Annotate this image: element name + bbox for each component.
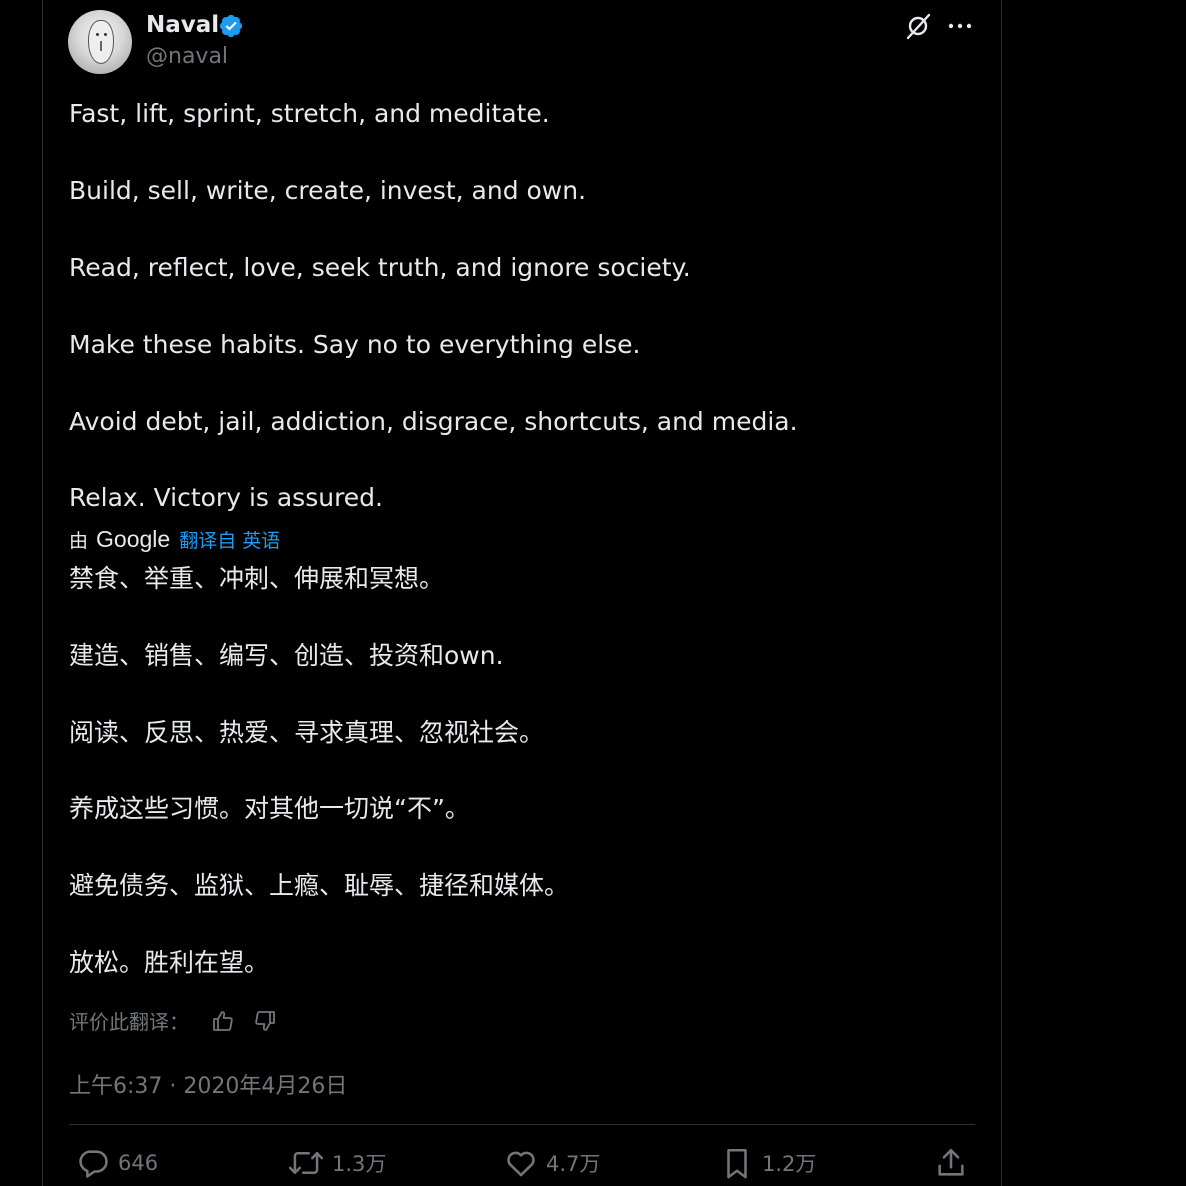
rate-translation: 评价此翻译： (69, 1006, 277, 1035)
translated-line: 禁食、举重、冲刺、伸展和冥想。 (69, 564, 445, 593)
share-icon (938, 1148, 964, 1176)
tweet-line: Build, sell, write, create, invest, and … (69, 176, 587, 205)
tweet-line: Read, reflect, love, seek truth, and ign… (69, 253, 691, 282)
translated-line: 养成这些习惯。对其他一切说“不”。 (69, 794, 470, 823)
verified-badge-icon[interactable] (218, 13, 244, 39)
bookmark-count: 1.2万 (762, 1152, 817, 1176)
reply-count: 646 (118, 1151, 159, 1175)
divider (69, 1124, 975, 1125)
google-logo: Google (96, 525, 171, 552)
translated-line: 避免债务、监狱、上瘾、耻辱、捷径和媒体。 (69, 871, 570, 900)
tweet-line: Relax. Victory is assured. (69, 483, 384, 512)
translated-line: 阅读、反思、热爱、寻求真理、忽视社会。 (69, 718, 545, 747)
tweet-line: Avoid debt, jail, addiction, disgrace, s… (69, 407, 798, 436)
translated-by-label: 由 (69, 529, 89, 552)
author-handle[interactable]: @naval (146, 44, 228, 69)
thumbs-up-icon[interactable] (211, 1009, 235, 1033)
repost-button[interactable]: 1.3万 (288, 1146, 386, 1180)
tweet-line: Make these habits. Say no to everything … (69, 330, 641, 359)
translation-attribution: 由 Google 翻译自 英语 (69, 525, 280, 553)
grok-icon[interactable] (902, 10, 934, 42)
reply-button[interactable]: 646 (76, 1146, 158, 1180)
like-button[interactable]: 4.7万 (504, 1146, 600, 1180)
thumbs-down-icon[interactable] (253, 1009, 277, 1033)
repost-icon (288, 1152, 324, 1174)
author-name[interactable]: Naval (146, 12, 219, 38)
like-count: 4.7万 (546, 1152, 601, 1176)
like-icon (507, 1151, 535, 1177)
bookmark-icon (727, 1148, 747, 1179)
translated-line: 建造、销售、编写、创造、投资和own. (69, 641, 504, 670)
repost-count: 1.3万 (332, 1152, 387, 1176)
tweet-line: Fast, lift, sprint, stretch, and meditat… (69, 99, 550, 128)
share-button[interactable] (934, 1146, 976, 1180)
translated-from-link[interactable]: 翻译自 英语 (179, 526, 280, 553)
tweet-timestamp[interactable]: 上午6:37 · 2020年4月26日 (69, 1068, 347, 1100)
reply-icon (79, 1150, 108, 1178)
avatar[interactable] (68, 10, 132, 74)
translated-line: 放松。胜利在望。 (69, 948, 270, 977)
rate-translation-label: 评价此翻译： (69, 1010, 189, 1034)
more-icon[interactable] (944, 14, 976, 38)
bookmark-button[interactable]: 1.2万 (720, 1146, 816, 1180)
